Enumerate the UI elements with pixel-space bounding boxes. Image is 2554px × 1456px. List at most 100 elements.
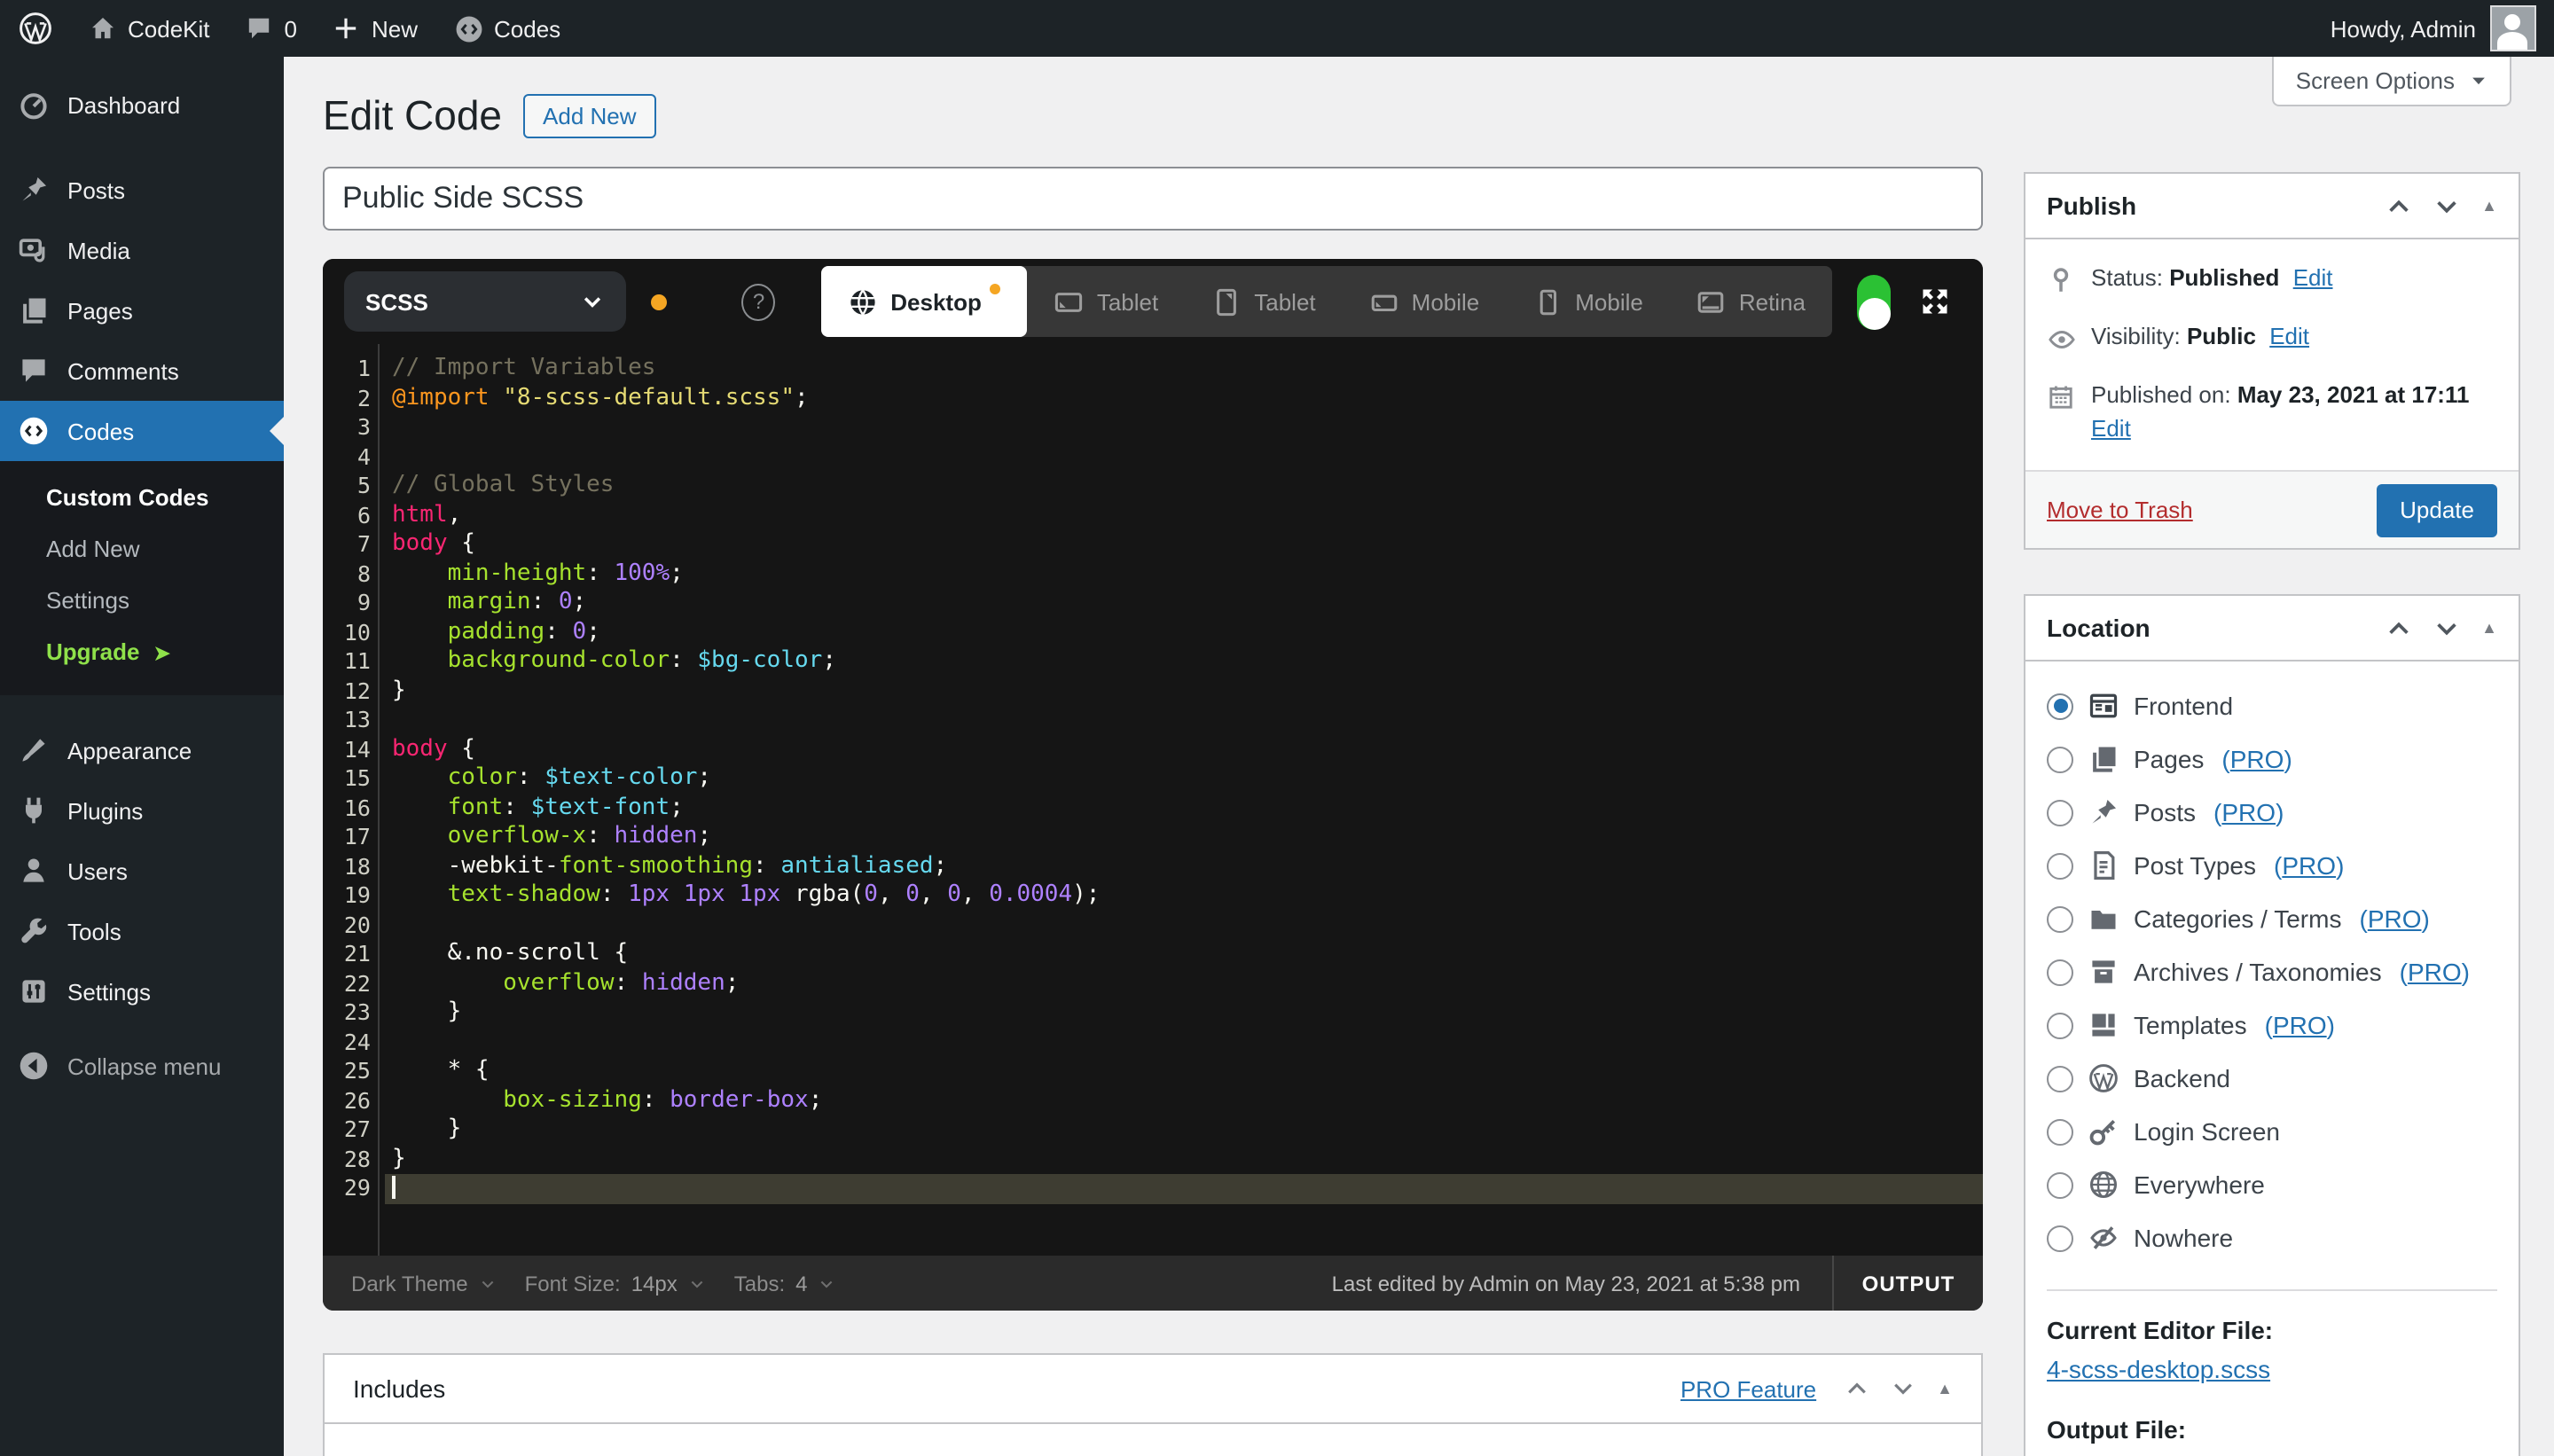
- includes-header[interactable]: Includes PRO Feature ▲: [325, 1355, 1981, 1424]
- wordpress-menu[interactable]: [0, 0, 71, 57]
- editor-toggle[interactable]: [1857, 274, 1891, 329]
- tab-mobile-landscape[interactable]: Mobile: [1343, 266, 1507, 337]
- code-line-8[interactable]: 8 min-height: 100%;: [323, 560, 1983, 589]
- theme-select[interactable]: Dark Theme: [351, 1271, 497, 1296]
- comments-menu[interactable]: 0: [228, 0, 315, 57]
- sidebar-item-comments[interactable]: Comments: [0, 341, 284, 401]
- radio-button[interactable]: [2047, 1118, 2073, 1145]
- code-line-2[interactable]: 2 @import "8-scss-default.scss";: [323, 384, 1983, 413]
- radio-button[interactable]: [2047, 1012, 2073, 1038]
- collapse-panel-icon[interactable]: ▲: [2481, 197, 2497, 215]
- tab-tablet-landscape[interactable]: Tablet: [1028, 266, 1185, 337]
- location-option-categories-terms[interactable]: Categories / Terms (PRO): [2047, 892, 2497, 945]
- move-up-icon[interactable]: [1845, 1376, 1869, 1401]
- pro-link[interactable]: PRO: [2282, 851, 2336, 880]
- radio-button[interactable]: [2047, 905, 2073, 932]
- location-option-nowhere[interactable]: Nowhere: [2047, 1211, 2497, 1264]
- code-line-19[interactable]: 19 text-shadow: 1px 1px 1px rgba(0, 0, 0…: [323, 881, 1983, 911]
- move-up-icon[interactable]: [2386, 614, 2412, 641]
- location-option-pages[interactable]: Pages (PRO): [2047, 732, 2497, 786]
- howdy-text[interactable]: Howdy, Admin: [2331, 15, 2476, 42]
- pro-link[interactable]: PRO: [2408, 958, 2462, 986]
- codes-toolbar-menu[interactable]: Codes: [435, 0, 578, 57]
- code-line-7[interactable]: 7 body {: [323, 530, 1983, 560]
- code-line-6[interactable]: 6 html,: [323, 501, 1983, 530]
- move-down-icon[interactable]: [2433, 614, 2460, 641]
- tab-tablet-portrait[interactable]: Tablet: [1185, 266, 1342, 337]
- new-menu[interactable]: New: [315, 0, 435, 57]
- pro-link[interactable]: PRO: [2273, 1011, 2327, 1039]
- code-line-11[interactable]: 11 background-color: $bg-color;: [323, 647, 1983, 677]
- radio-button[interactable]: [2047, 1065, 2073, 1092]
- tab-retina[interactable]: Retina: [1670, 266, 1832, 337]
- location-header[interactable]: Location ▲: [2025, 596, 2519, 661]
- code-line-10[interactable]: 10 padding: 0;: [323, 618, 1983, 647]
- location-option-post-types[interactable]: Post Types (PRO): [2047, 839, 2497, 892]
- code-line-24[interactable]: 24: [323, 1028, 1983, 1057]
- location-option-frontend[interactable]: Frontend: [2047, 679, 2497, 732]
- code-line-26[interactable]: 26 box-sizing: border-box;: [323, 1086, 1983, 1115]
- code-line-12[interactable]: 12}: [323, 677, 1983, 706]
- sidebar-item-codes[interactable]: Codes: [0, 401, 284, 461]
- radio-button[interactable]: [2047, 1171, 2073, 1198]
- code-line-20[interactable]: 20: [323, 911, 1983, 940]
- code-line-22[interactable]: 22 overflow: hidden;: [323, 969, 1983, 998]
- screen-options-button[interactable]: Screen Options: [2272, 57, 2511, 106]
- code-line-14[interactable]: 14 body {: [323, 735, 1983, 764]
- radio-button[interactable]: [2047, 799, 2073, 826]
- move-up-icon[interactable]: [2386, 192, 2412, 219]
- location-option-archives-taxonomies[interactable]: Archives / Taxonomies (PRO): [2047, 945, 2497, 998]
- location-option-everywhere[interactable]: Everywhere: [2047, 1158, 2497, 1211]
- tab-mobile-portrait[interactable]: Mobile: [1506, 266, 1670, 337]
- sidebar-item-tools[interactable]: Tools: [0, 901, 284, 961]
- sidebar-item-media[interactable]: Media: [0, 220, 284, 280]
- code-line-27[interactable]: 27 }: [323, 1115, 1983, 1145]
- language-select[interactable]: SCSS: [344, 271, 627, 332]
- code-line-9[interactable]: 9 margin: 0;: [323, 589, 1983, 618]
- code-line-4[interactable]: 4: [323, 442, 1983, 472]
- fullscreen-icon[interactable]: [1919, 286, 1951, 317]
- output-button[interactable]: OUTPUT: [1832, 1256, 1983, 1311]
- add-new-button[interactable]: Add New: [523, 94, 656, 138]
- tab-globe[interactable]: Desktop: [821, 266, 1028, 337]
- sidebar-item-users[interactable]: Users: [0, 841, 284, 901]
- edit-visibility-link[interactable]: Edit: [2269, 323, 2309, 349]
- code-line-1[interactable]: 1 // Import Variables: [323, 355, 1983, 384]
- code-line-15[interactable]: 15 color: $text-color;: [323, 764, 1983, 794]
- current-file-link[interactable]: 4-scss-desktop.scss: [2047, 1355, 2270, 1383]
- sidebar-subitem-settings[interactable]: Settings: [0, 575, 284, 626]
- location-option-posts[interactable]: Posts (PRO): [2047, 786, 2497, 839]
- sidebar-subitem-upgrade[interactable]: Upgrade ➤: [0, 626, 284, 677]
- font-size-select[interactable]: Font Size: 14px: [525, 1271, 706, 1296]
- location-option-templates[interactable]: Templates (PRO): [2047, 998, 2497, 1052]
- radio-button[interactable]: [2047, 1225, 2073, 1251]
- publish-header[interactable]: Publish ▲: [2025, 174, 2519, 239]
- edit-published-link[interactable]: Edit: [2091, 415, 2131, 442]
- code-line-3[interactable]: 3: [323, 413, 1983, 442]
- pro-feature-link[interactable]: PRO Feature: [1680, 1375, 1816, 1402]
- code-line-25[interactable]: 25 * {: [323, 1057, 1983, 1086]
- code-line-23[interactable]: 23 }: [323, 998, 1983, 1028]
- help-icon[interactable]: ?: [741, 283, 776, 320]
- sidebar-item-appearance[interactable]: Appearance: [0, 720, 284, 780]
- update-button[interactable]: Update: [2377, 483, 2497, 536]
- code-line-17[interactable]: 17 overflow-x: hidden;: [323, 823, 1983, 852]
- code-line-16[interactable]: 16 font: $text-font;: [323, 794, 1983, 823]
- code-line-28[interactable]: 28}: [323, 1145, 1983, 1174]
- move-down-icon[interactable]: [2433, 192, 2460, 219]
- tabs-select[interactable]: Tabs: 4: [734, 1271, 836, 1296]
- pro-link[interactable]: PRO: [2230, 745, 2284, 773]
- sidebar-subitem-custom-codes[interactable]: Custom Codes: [0, 472, 284, 523]
- code-line-5[interactable]: 5 // Global Styles: [323, 472, 1983, 501]
- radio-button[interactable]: [2047, 852, 2073, 879]
- location-option-login-screen[interactable]: Login Screen: [2047, 1105, 2497, 1158]
- code-line-18[interactable]: 18 -webkit-font-smoothing: antialiased;: [323, 852, 1983, 881]
- code-line-29[interactable]: 29: [323, 1174, 1983, 1203]
- radio-button[interactable]: [2047, 746, 2073, 772]
- sidebar-subitem-add-new[interactable]: Add New: [0, 523, 284, 575]
- collapse-panel-icon[interactable]: ▲: [1937, 1380, 1953, 1397]
- sidebar-item-posts[interactable]: Posts: [0, 160, 284, 220]
- sidebar-item-pages[interactable]: Pages: [0, 280, 284, 341]
- code-line-21[interactable]: 21 &.no-scroll {: [323, 940, 1983, 969]
- code-area[interactable]: 1 // Import Variables 2 @import "8-scss-def…: [323, 344, 1983, 1256]
